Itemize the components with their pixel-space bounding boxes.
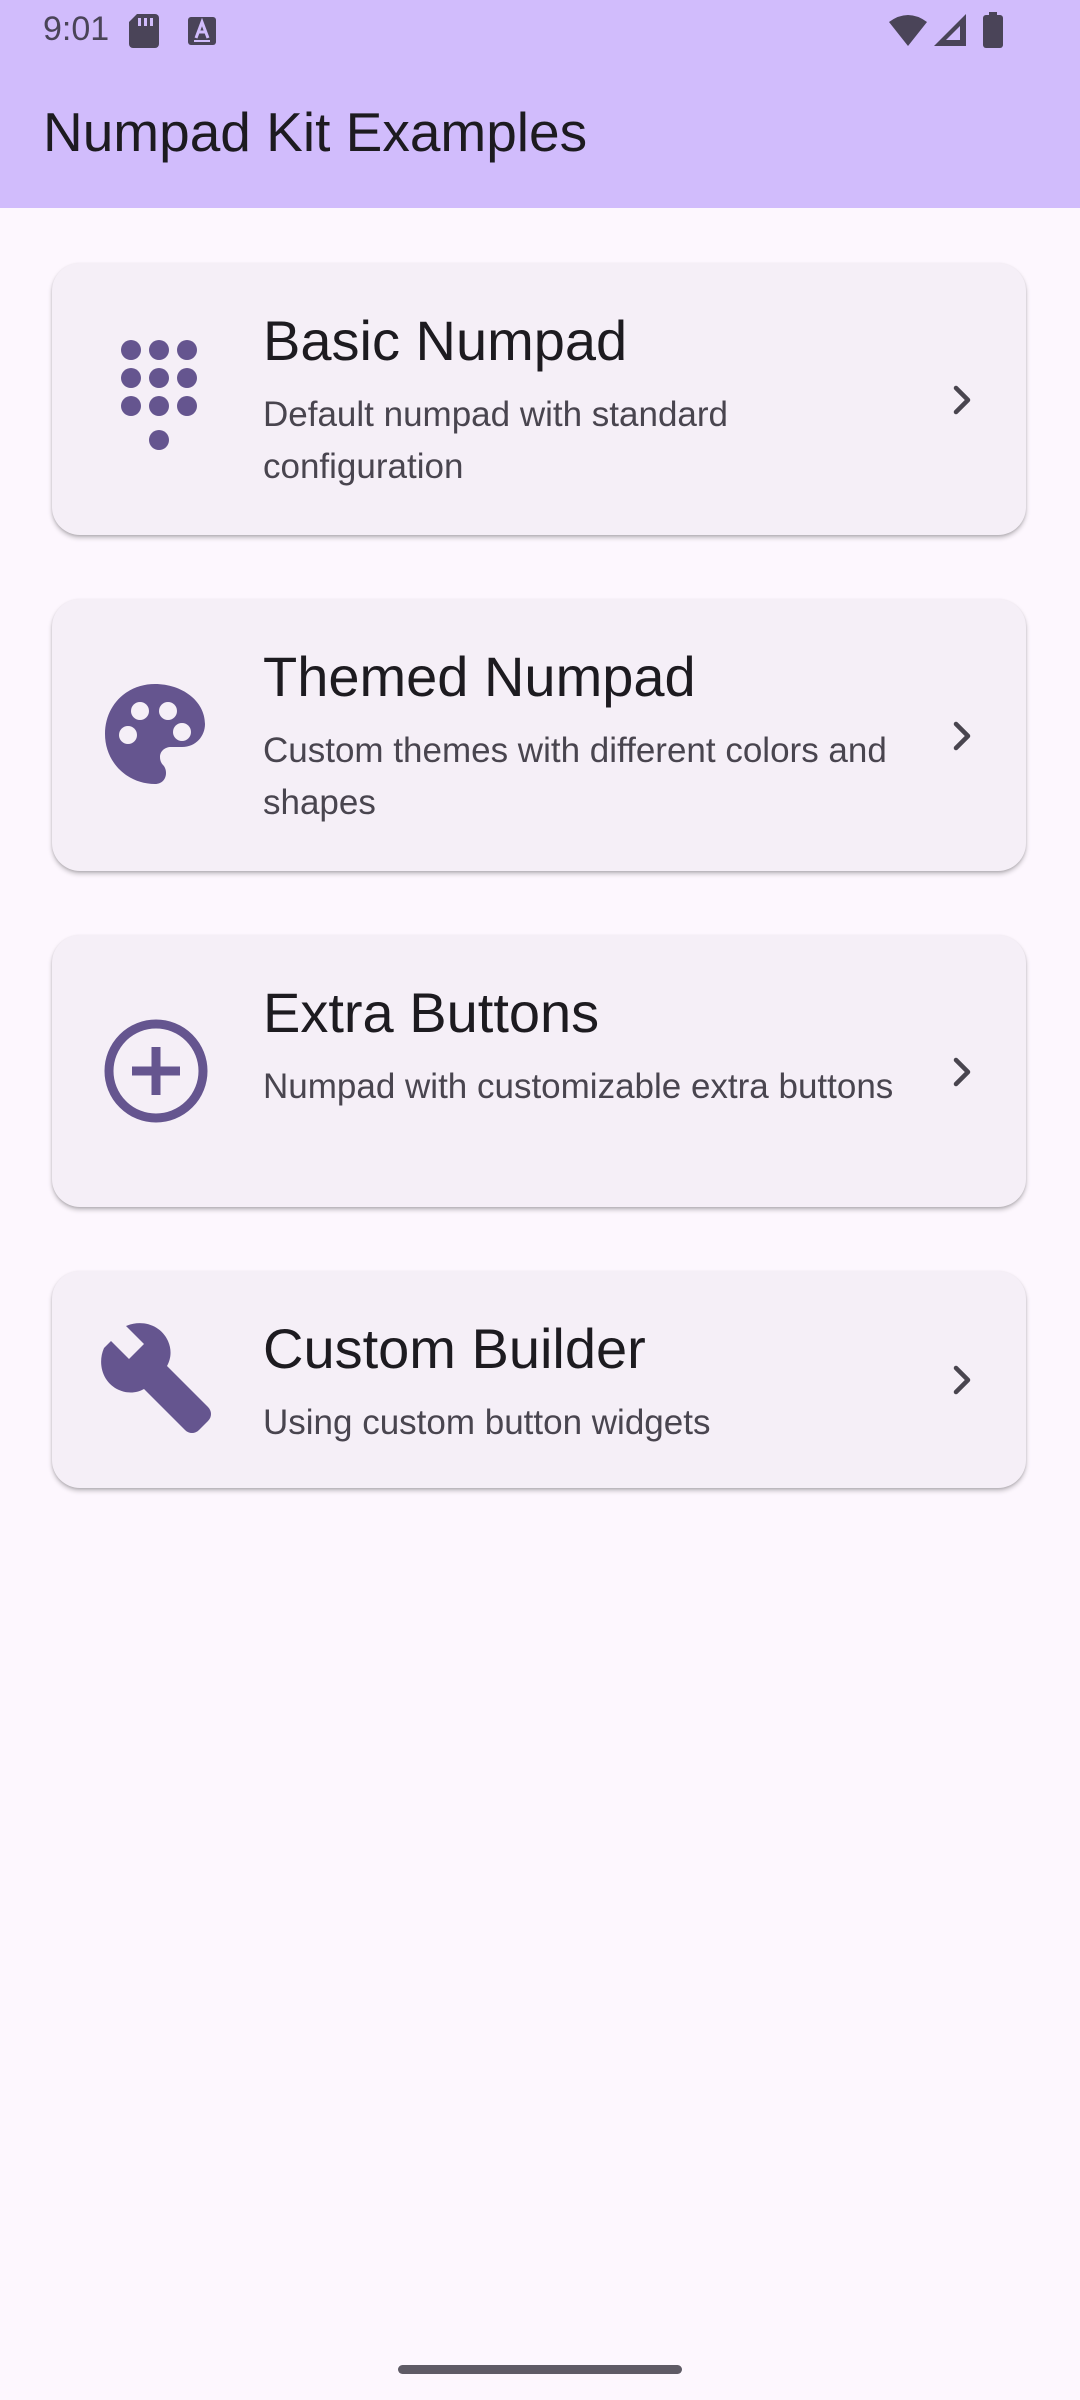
item-subtitle: Using custom button widgets xyxy=(263,1403,711,1442)
chevron-right-icon xyxy=(953,721,971,751)
item-title: Basic Numpad xyxy=(263,309,628,372)
list-item-themed-numpad[interactable]: Themed Numpad Custom themes with differe… xyxy=(52,599,1026,871)
item-subtitle: Default numpad with standard configurati… xyxy=(263,395,728,486)
dialpad-icon xyxy=(121,340,197,450)
keyboard-a-icon xyxy=(188,17,216,45)
status-bar: 9:01 xyxy=(0,0,1080,62)
chevron-right-icon xyxy=(953,385,971,415)
list-item-basic-numpad[interactable]: Basic Numpad Default numpad with standar… xyxy=(52,263,1026,535)
item-subtitle: Custom themes with different colors and … xyxy=(263,731,887,822)
item-title: Extra Buttons xyxy=(263,981,600,1044)
battery-icon xyxy=(983,12,1003,48)
status-time: 9:01 xyxy=(43,10,110,48)
item-subtitle: Numpad with customizable extra buttons xyxy=(263,1067,894,1106)
list-item-extra-buttons[interactable]: Extra Buttons Numpad with customizable e… xyxy=(52,935,1026,1207)
page-title: Numpad Kit Examples xyxy=(43,101,588,163)
add-circle-icon xyxy=(104,1019,208,1123)
wifi-icon xyxy=(889,15,927,46)
home-indicator[interactable] xyxy=(398,2365,682,2374)
wrench-icon xyxy=(101,1323,211,1433)
sd-card-icon xyxy=(129,14,159,48)
list-item-custom-builder[interactable]: Custom Builder Using custom button widge… xyxy=(52,1271,1026,1488)
app-bar: 9:01 Numpad Kit Examples xyxy=(0,0,1080,208)
chevron-right-icon xyxy=(953,1057,971,1087)
chevron-right-icon xyxy=(953,1365,971,1395)
item-title: Custom Builder xyxy=(263,1317,646,1380)
palette-icon xyxy=(105,684,205,784)
item-title: Themed Numpad xyxy=(263,645,696,708)
signal-icon xyxy=(934,14,966,46)
